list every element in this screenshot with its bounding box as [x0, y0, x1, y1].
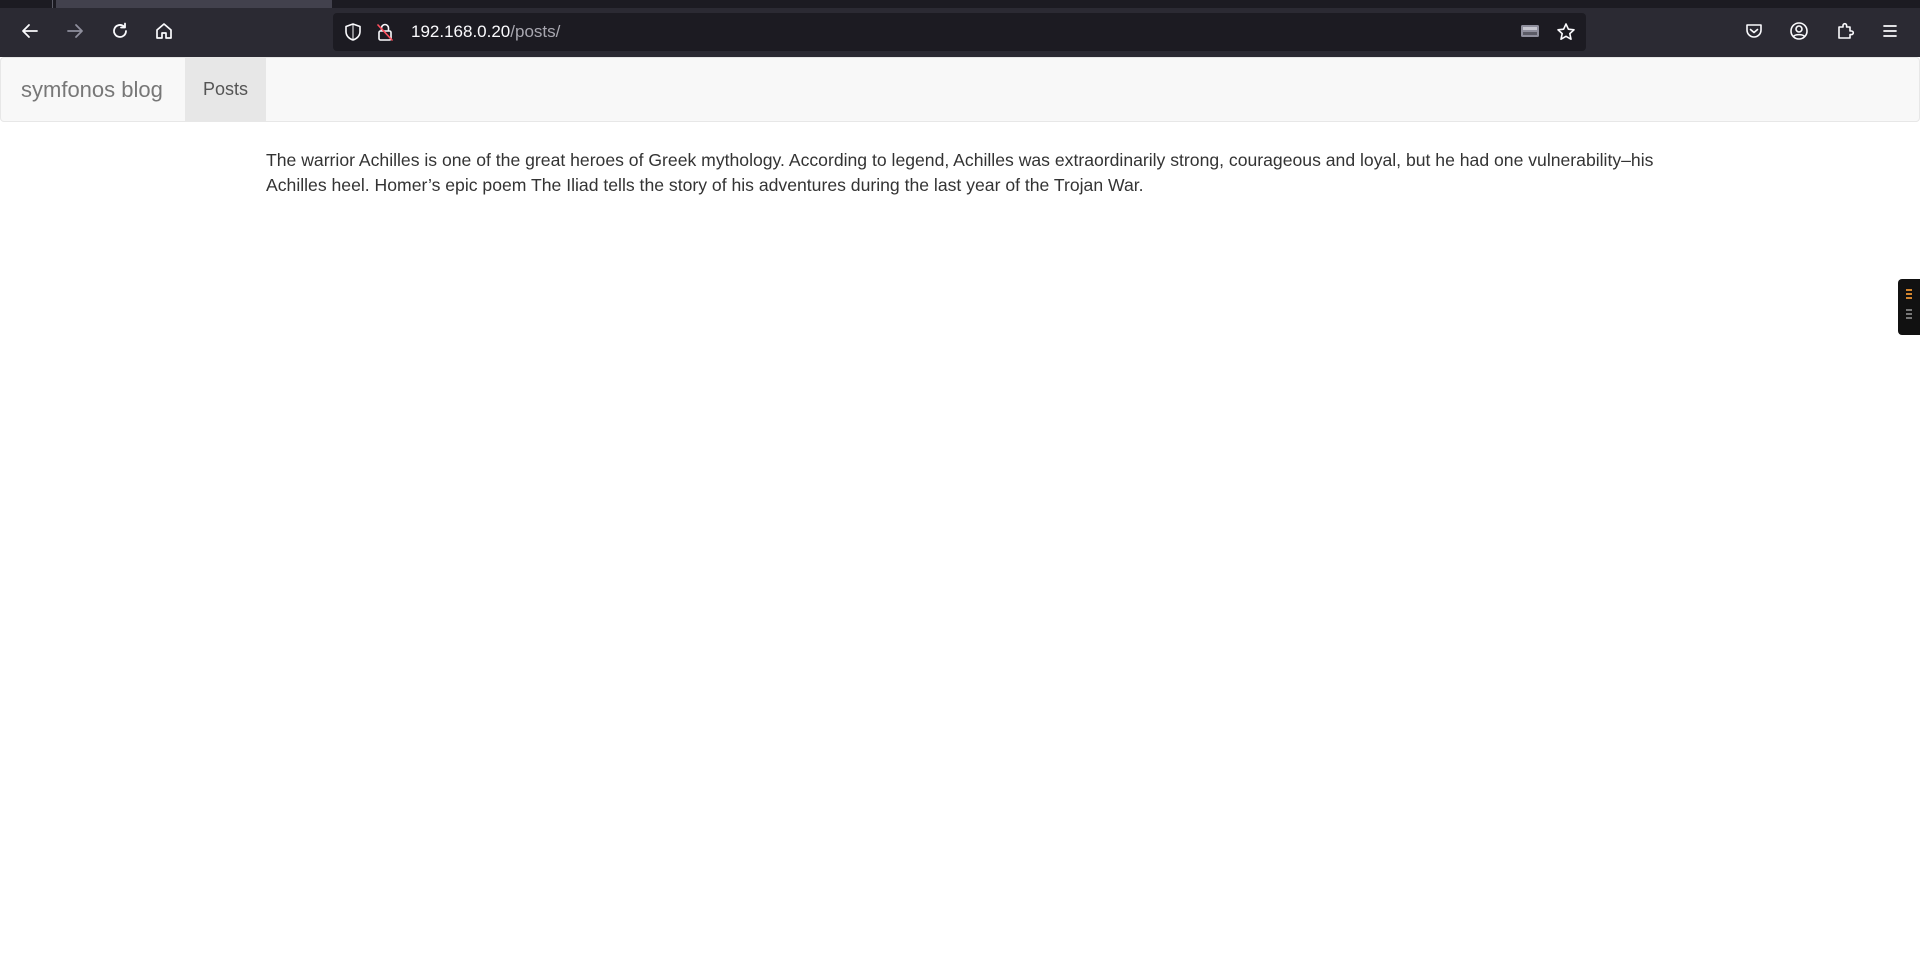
- pocket-button[interactable]: [1736, 13, 1772, 49]
- extensions-button[interactable]: [1827, 13, 1863, 49]
- url-bar[interactable]: 192.168.0.20/posts/: [333, 13, 1586, 51]
- account-button[interactable]: [1781, 13, 1817, 49]
- tab-separator: [52, 0, 53, 8]
- url-text[interactable]: 192.168.0.20/posts/: [411, 22, 560, 42]
- arrow-left-icon: [22, 24, 38, 38]
- pocket-icon: [1746, 24, 1762, 38]
- star-icon[interactable]: [1556, 22, 1576, 42]
- reload-icon: [113, 22, 127, 38]
- puzzle-icon: [1838, 22, 1855, 39]
- site-brand-link[interactable]: symfonos blog: [21, 58, 163, 121]
- forward-button[interactable]: [57, 13, 93, 49]
- shield-icon[interactable]: [343, 22, 363, 42]
- nav-item-posts[interactable]: Posts: [185, 58, 266, 121]
- arrow-right-icon: [67, 24, 83, 38]
- hamburger-menu-icon: [1883, 25, 1897, 37]
- home-icon: [156, 23, 172, 39]
- reader-view-icon[interactable]: [1520, 22, 1540, 42]
- back-button[interactable]: [12, 13, 48, 49]
- home-button[interactable]: [146, 13, 182, 49]
- lock-insecure-icon[interactable]: [375, 22, 395, 42]
- tab-strip: [0, 0, 1920, 8]
- account-icon: [1790, 22, 1808, 40]
- page-viewport: symfonos blog Posts The warrior Achilles…: [0, 57, 1920, 976]
- post-body: The warrior Achilles is one of the great…: [266, 150, 1654, 195]
- browser-toolbar: 192.168.0.20/posts/: [0, 0, 1920, 57]
- reload-button[interactable]: [102, 13, 138, 49]
- url-path: /posts/: [510, 22, 561, 41]
- menu-button[interactable]: [1872, 13, 1908, 49]
- site-navbar: symfonos blog Posts: [0, 57, 1920, 122]
- side-extension-tab[interactable]: [1898, 279, 1920, 335]
- active-tab[interactable]: [56, 0, 332, 8]
- url-host: 192.168.0.20: [411, 22, 511, 41]
